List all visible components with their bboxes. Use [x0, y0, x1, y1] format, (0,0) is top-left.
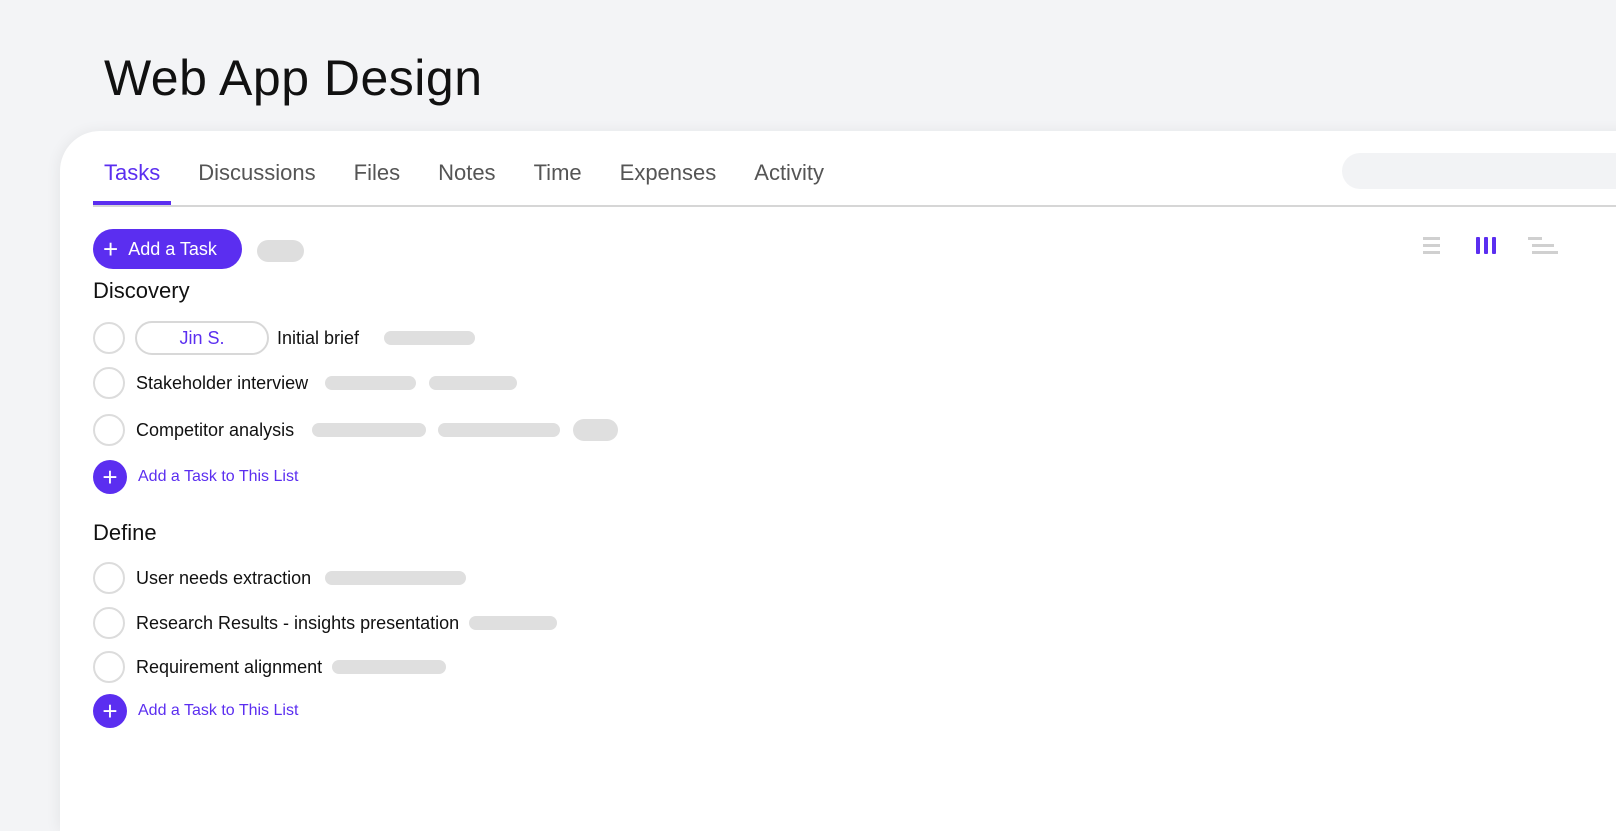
task-row: User needs extraction — [93, 560, 467, 596]
task-checkbox[interactable] — [93, 367, 125, 399]
tab-bar: Tasks Discussions Files Notes Time Expen… — [93, 153, 851, 207]
task-name[interactable]: User needs extraction — [136, 568, 311, 589]
tab-time[interactable]: Time — [523, 153, 593, 205]
task-tag-placeholder — [325, 571, 467, 585]
task-checkbox[interactable] — [93, 651, 125, 683]
task-checkbox[interactable] — [93, 322, 125, 354]
add-task-label: Add a Task — [128, 238, 217, 259]
task-row: Jin S. Initial brief — [93, 320, 476, 356]
tab-discussions[interactable]: Discussions — [187, 153, 326, 205]
page-title: Web App Design — [104, 50, 483, 106]
tab-files[interactable]: Files — [343, 153, 411, 205]
filter-placeholder[interactable] — [257, 240, 304, 262]
add-task-button[interactable]: + Add a Task — [93, 229, 242, 269]
add-task-to-list-label: Add a Task to This List — [138, 702, 299, 719]
task-checkbox[interactable] — [93, 414, 125, 446]
task-name[interactable]: Stakeholder interview — [136, 373, 308, 394]
task-name[interactable]: Initial brief — [277, 328, 359, 349]
board-view-icon[interactable] — [1476, 237, 1496, 259]
task-name[interactable]: Competitor analysis — [136, 420, 294, 441]
add-task-to-list-button[interactable]: + Add a Task to This List — [93, 693, 298, 729]
task-checkbox[interactable] — [93, 562, 125, 594]
assignee-badge[interactable]: Jin S. — [135, 321, 269, 355]
task-tag-placeholder — [469, 616, 558, 630]
tab-tasks[interactable]: Tasks — [93, 153, 172, 206]
tab-divider — [93, 205, 1616, 207]
task-tag-placeholder — [312, 423, 427, 437]
task-checkbox[interactable] — [93, 607, 125, 639]
task-row: Research Results - insights presentation — [93, 605, 558, 641]
task-tag-placeholder — [438, 423, 561, 437]
task-tag-placeholder — [429, 376, 518, 390]
search-input[interactable] — [1342, 153, 1616, 189]
task-tag-placeholder — [325, 376, 417, 390]
tab-notes[interactable]: Notes — [427, 153, 506, 205]
task-tag-placeholder — [573, 419, 619, 441]
task-row: Requirement alignment — [93, 649, 447, 685]
list-view-icon[interactable] — [1423, 237, 1440, 259]
plus-icon: + — [93, 694, 127, 728]
plus-icon: + — [93, 460, 127, 494]
gantt-view-icon[interactable] — [1528, 237, 1558, 259]
task-tag-placeholder — [332, 660, 447, 674]
project-card: Tasks Discussions Files Notes Time Expen… — [60, 131, 1616, 831]
list-title-discovery: Discovery — [93, 278, 190, 303]
task-tag-placeholder — [384, 331, 476, 345]
add-task-to-list-button[interactable]: + Add a Task to This List — [93, 459, 298, 495]
task-row: Stakeholder interview — [93, 365, 518, 401]
tab-expenses[interactable]: Expenses — [609, 153, 728, 205]
task-name[interactable]: Research Results - insights presentation — [136, 613, 459, 634]
task-name[interactable]: Requirement alignment — [136, 657, 322, 678]
tab-activity[interactable]: Activity — [743, 153, 835, 205]
plus-icon: + — [103, 234, 119, 264]
add-task-to-list-label: Add a Task to This List — [138, 468, 299, 485]
task-row: Competitor analysis — [93, 412, 619, 448]
list-title-define: Define — [93, 520, 157, 545]
